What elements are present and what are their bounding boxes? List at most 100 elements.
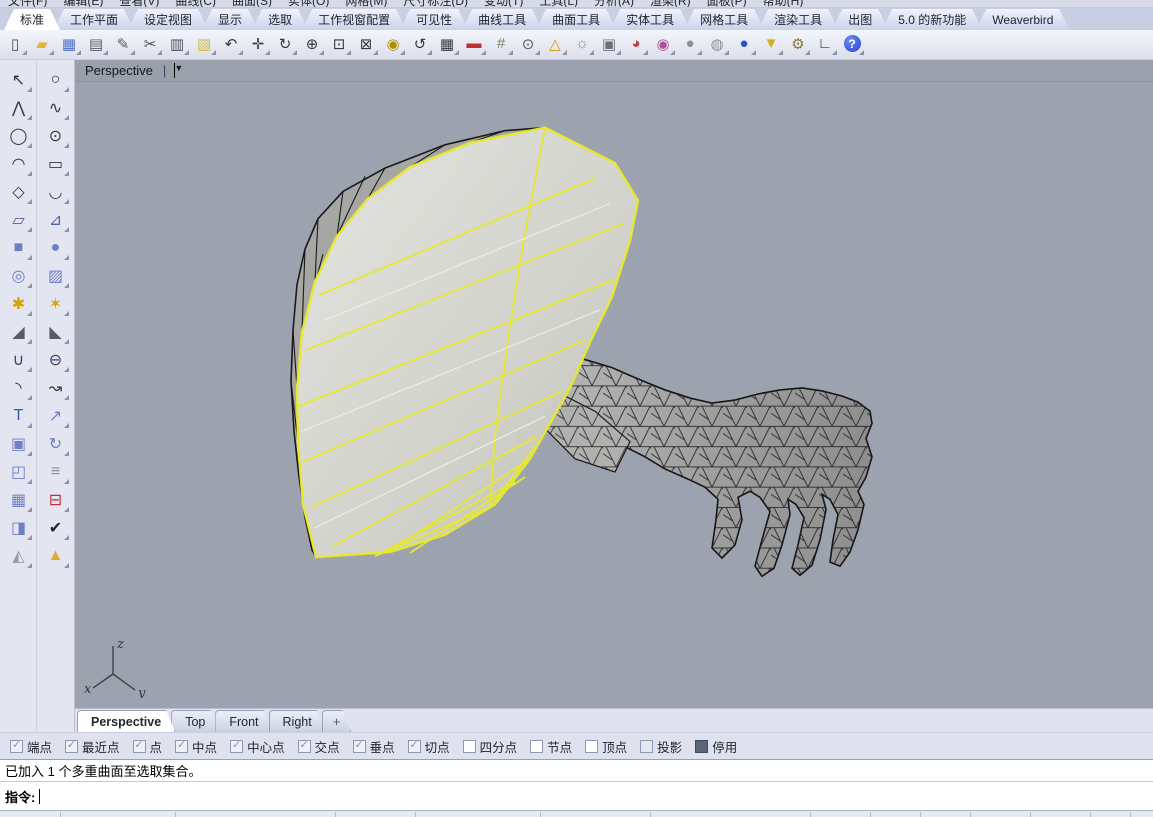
undo-icon[interactable]: ↶ [218, 31, 244, 56]
open-folder-icon[interactable]: ▰ [29, 31, 55, 56]
checkbox[interactable]: ✓ [298, 740, 311, 753]
checkbox[interactable]: ✓ [530, 740, 543, 753]
viewport-title-bar[interactable]: Perspective | ▼ [75, 60, 1153, 82]
ellipse-icon[interactable]: ⊙ [41, 122, 71, 150]
color-wheel-icon[interactable]: ◉ [650, 31, 676, 56]
render-wedge-icon[interactable]: ◕ [623, 31, 649, 56]
tab-display[interactable]: 显示 [202, 9, 258, 30]
circle-tool-icon[interactable]: ⊙ [515, 31, 541, 56]
undo-view-icon[interactable]: ↺ [407, 31, 433, 56]
menu-item[interactable]: 变动(T) [484, 0, 523, 8]
checkbox[interactable]: ✓ [640, 740, 653, 753]
tab-render-tools[interactable]: 渲染工具 [758, 9, 838, 30]
checkbox[interactable]: ✓ [695, 740, 708, 753]
curved-surface-icon[interactable]: ⊿ [41, 206, 71, 234]
command-line[interactable]: 指令: [0, 781, 1153, 810]
menu-item[interactable]: 编辑(E) [63, 0, 103, 8]
osnap-toggle[interactable]: ✓ 顶点 [585, 737, 627, 756]
rectangle-icon[interactable]: ▭ [41, 150, 71, 178]
menu-item[interactable]: 分析(A) [594, 0, 634, 8]
boolean-union-icon[interactable]: ∪ [4, 346, 34, 374]
export-icon[interactable]: ✎ [110, 31, 136, 56]
array-icon[interactable]: ▦ [4, 486, 34, 514]
polyline-icon[interactable]: ⋀ [4, 94, 34, 122]
vtab-right[interactable]: Right [269, 710, 326, 732]
surface-from-points-icon[interactable]: ▱ [4, 206, 34, 234]
checkbox[interactable]: ✓ [175, 740, 188, 753]
tab-surface-tools[interactable]: 曲面工具 [536, 9, 616, 30]
vtab-add[interactable]: + [322, 710, 352, 732]
checkbox[interactable]: ✓ [353, 740, 366, 753]
menu-item[interactable]: 曲线(C) [175, 0, 216, 8]
named-view-car-icon[interactable]: ▬ [461, 31, 487, 56]
tab-select[interactable]: 选取 [252, 9, 308, 30]
osnap-toggle[interactable]: ✓ 点 [133, 737, 163, 756]
tab-mesh-tools[interactable]: 网格工具 [684, 9, 764, 30]
menu-item[interactable]: 尺寸标注(D) [403, 0, 468, 8]
spotlight-icon[interactable]: ▼ [758, 31, 784, 56]
fillet-edge-icon[interactable]: ◢ [4, 318, 34, 346]
osnap-toggle[interactable]: ✓ 垂点 [353, 737, 395, 756]
single-point-icon[interactable]: ○ [41, 66, 71, 94]
zoom-selected-icon[interactable]: ◉ [380, 31, 406, 56]
menu-item[interactable]: 渲染(R) [650, 0, 691, 8]
lock-icon[interactable]: ▣ [596, 31, 622, 56]
osnap-toggle[interactable]: ✓ 投影 [640, 737, 682, 756]
select-pointer-icon[interactable]: ↖ [4, 66, 34, 94]
tab-solid-tools[interactable]: 实体工具 [610, 9, 690, 30]
viewport-canvas[interactable]: z x y [75, 82, 1153, 708]
zoom-extents-icon[interactable]: ⊠ [353, 31, 379, 56]
osnap-toggle[interactable]: ✓ 端点 [10, 737, 52, 756]
tab-drafting[interactable]: 出图 [832, 9, 888, 30]
osnap-toggle[interactable]: ✓ 中心点 [230, 737, 285, 756]
tab-standard[interactable]: 标准 [4, 9, 60, 30]
plan-view-icon[interactable]: # [488, 31, 514, 56]
lamp-icon[interactable]: ☼ [569, 31, 595, 56]
rotate-view-icon[interactable]: ↻ [272, 31, 298, 56]
vtab-top[interactable]: Top [171, 710, 219, 732]
curve-fillet-icon[interactable]: ◝ [4, 374, 34, 402]
checkbox[interactable]: ✓ [230, 740, 243, 753]
arc-icon[interactable]: ◠ [4, 150, 34, 178]
checkbox[interactable]: ✓ [133, 740, 146, 753]
menu-item[interactable]: 工具(L) [539, 0, 578, 8]
text-tool-icon[interactable]: T [4, 402, 34, 430]
tab-set-view[interactable]: 设定视图 [128, 9, 208, 30]
patch-surface-icon[interactable]: ▨ [41, 262, 71, 290]
mesh-scene[interactable] [75, 82, 1153, 708]
cut-icon[interactable]: ✂ [137, 31, 163, 56]
torus-icon[interactable]: ◎ [4, 262, 34, 290]
circle-icon[interactable]: ◯ [4, 122, 34, 150]
vtab-front[interactable]: Front [215, 710, 272, 732]
tab-viewport-layout[interactable]: 工作视窗配置 [302, 9, 406, 30]
osnap-toggle[interactable]: ✓ 交点 [298, 737, 340, 756]
measure-icon[interactable]: ∟ [812, 31, 838, 56]
options-gear-icon[interactable]: ⚙ [785, 31, 811, 56]
chamfer-edge-icon[interactable]: ◣ [41, 318, 71, 346]
tab-curve-tools[interactable]: 曲线工具 [462, 9, 542, 30]
check-icon[interactable]: ✔ [41, 514, 71, 542]
menu-item[interactable]: 实体(O) [288, 0, 329, 8]
polygon-icon[interactable]: ◇ [4, 178, 34, 206]
tab-cplane[interactable]: 工作平面 [54, 9, 134, 30]
pyramid-icon[interactable]: ▲ [41, 542, 71, 570]
control-point-curve-icon[interactable]: ∿ [41, 94, 71, 122]
pan-icon[interactable]: ✛ [245, 31, 271, 56]
extend-curve-icon[interactable]: ↝ [41, 374, 71, 402]
osnap-toggle[interactable]: ✓ 中点 [175, 737, 217, 756]
sphere-icon[interactable]: ● [41, 234, 71, 262]
menu-item[interactable]: 文件(F) [8, 0, 47, 8]
vtab-perspective[interactable]: Perspective [77, 710, 175, 732]
four-viewports-icon[interactable]: ▦ [434, 31, 460, 56]
cone-icon[interactable]: ◭ [4, 542, 34, 570]
help-icon[interactable]: ? [839, 31, 865, 56]
box-icon[interactable]: ■ [4, 234, 34, 262]
checkbox[interactable]: ✓ [65, 740, 78, 753]
copy-icon[interactable]: ▥ [164, 31, 190, 56]
print-icon[interactable]: ▤ [83, 31, 109, 56]
boolean-split-icon[interactable]: ✱ [4, 290, 34, 318]
new-file-icon[interactable]: ▯ [2, 31, 28, 56]
copy-objects-icon[interactable]: ▣ [4, 430, 34, 458]
selection-filter-icon[interactable]: △ [542, 31, 568, 56]
tab-new-in-v5[interactable]: 5.0 的新功能 [882, 9, 982, 30]
